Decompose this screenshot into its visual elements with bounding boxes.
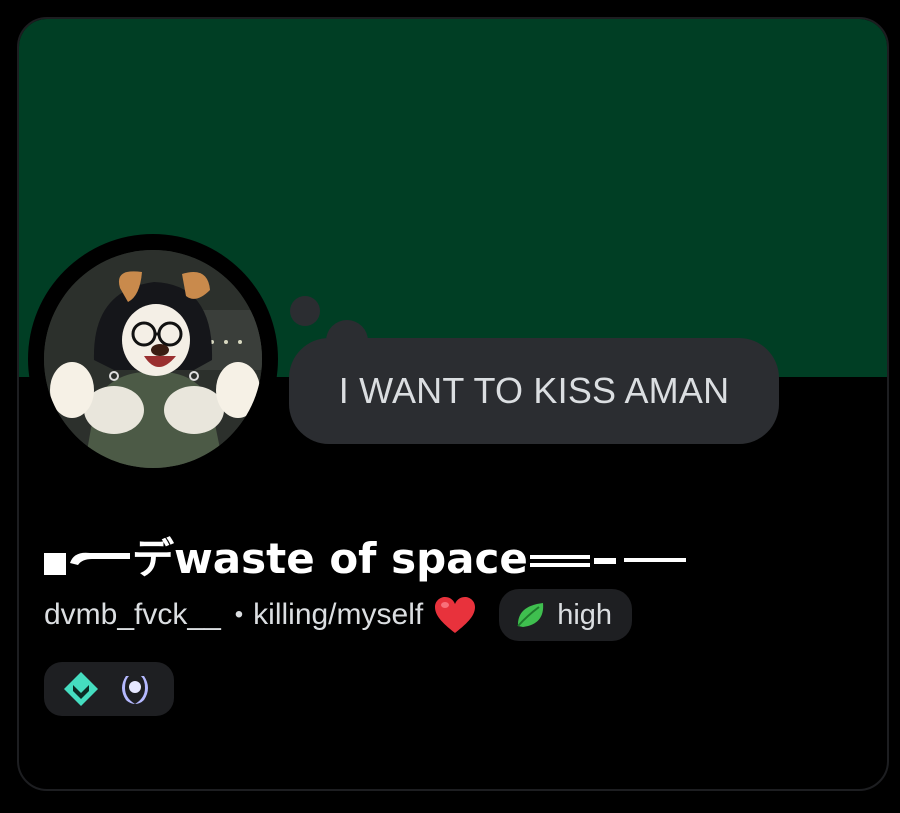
profile-tag[interactable]: high	[499, 589, 633, 641]
custom-status-text: I WANT TO KISS AMAN	[338, 370, 730, 411]
display-name: デwaste of space	[44, 525, 690, 586]
decorative-block-glyph-icon	[44, 552, 130, 575]
username: dvmb_fvck__	[44, 598, 221, 631]
decorative-line-glyph-icon	[529, 554, 686, 567]
tag-label: high	[557, 598, 613, 631]
pronouns: killing/myself	[253, 598, 424, 631]
leaf-icon	[517, 603, 544, 627]
badge-list	[44, 662, 174, 716]
quest-laurel-badge-icon[interactable]	[116, 670, 154, 708]
anime-character-avatar-icon	[44, 250, 262, 468]
red-heart-icon	[435, 597, 476, 633]
separator-dot: •	[234, 601, 244, 628]
display-name-text: デwaste of space	[132, 534, 528, 583]
thought-bubble-dot-small	[290, 296, 320, 326]
profile-subline: dvmb_fvck__ • killing/myself high	[44, 589, 633, 641]
avatar[interactable]	[44, 250, 262, 468]
custom-status-bubble[interactable]: I WANT TO KISS AMAN	[289, 338, 779, 444]
hypesquad-balance-badge-icon[interactable]	[62, 670, 100, 708]
